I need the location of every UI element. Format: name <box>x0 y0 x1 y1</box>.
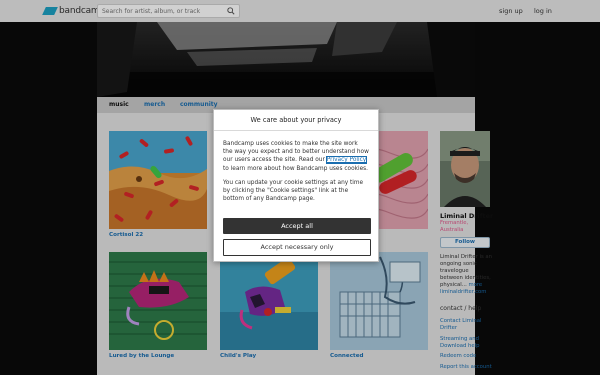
cookie-text: to learn more about how Bandcamp uses co… <box>223 165 369 172</box>
accept-all-button[interactable]: Accept all <box>223 218 371 234</box>
privacy-dialog: We care about your privacy Bandcamp uses… <box>213 109 379 262</box>
dialog-title: We care about your privacy <box>214 110 378 131</box>
dialog-body: Bandcamp uses cookies to make the site w… <box>214 131 378 203</box>
accept-necessary-button[interactable]: Accept necessary only <box>223 239 371 256</box>
privacy-policy-link[interactable]: Privacy Policy <box>325 156 368 165</box>
cookie-explanation: Bandcamp uses cookies to make the site w… <box>223 140 369 173</box>
cookie-settings-note: You can update your cookie settings at a… <box>223 179 364 203</box>
